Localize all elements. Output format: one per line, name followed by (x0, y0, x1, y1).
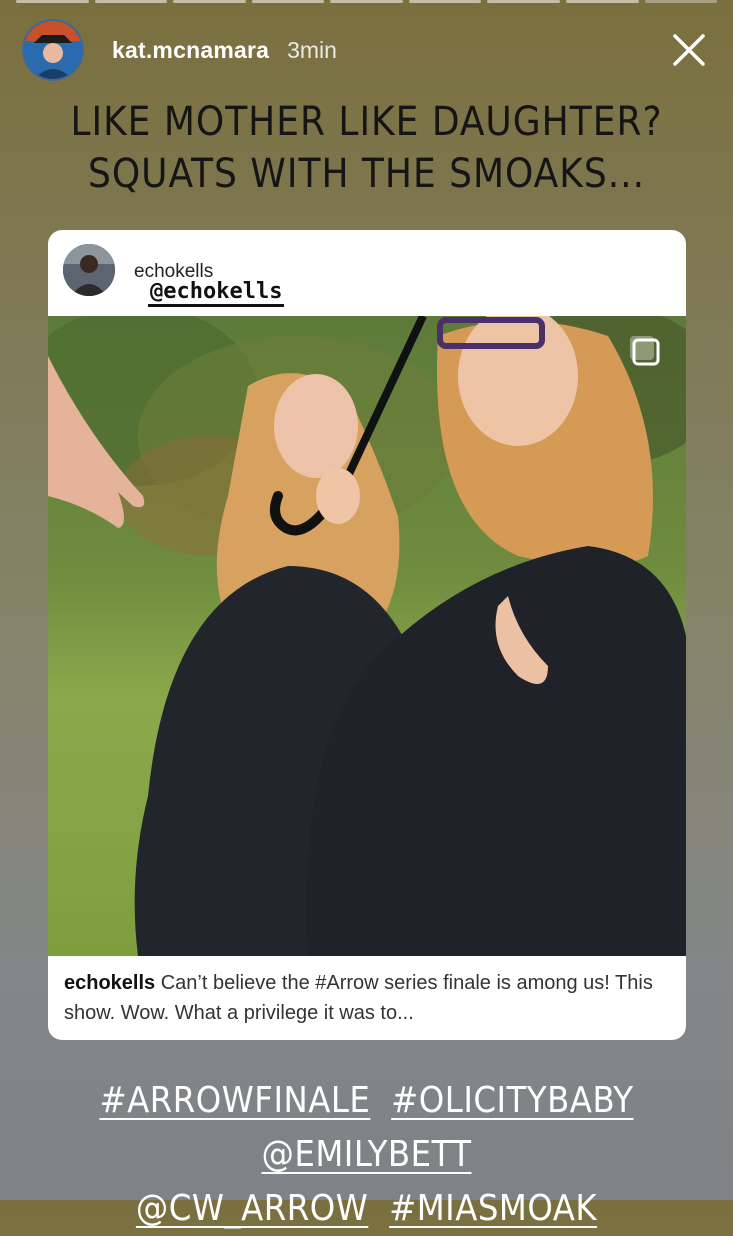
hashtag[interactable]: #ARROWFINALE (100, 1080, 371, 1121)
hashtag[interactable]: #OLICITYBABY (391, 1080, 633, 1121)
progress-segment (644, 0, 718, 3)
shared-post-caption: echokells Can’t believe the #Arrow serie… (64, 968, 672, 1028)
close-icon[interactable] (667, 28, 711, 72)
caption-line: SQUATS WITH THE SMOAKS... (88, 151, 645, 197)
shared-post-header: echokells @echokells (48, 230, 686, 316)
progress-segment (408, 0, 482, 3)
shared-post-card[interactable]: echokells @echokells echokells Can’t bel… (48, 230, 686, 1040)
shared-post-photo[interactable] (48, 316, 686, 956)
story-header: kat.mcnamara 3min (22, 19, 711, 81)
mention[interactable]: @EMILYBETT (262, 1134, 472, 1175)
story-timestamp: 3min (287, 36, 337, 63)
hashtag-line: @CW_ARROW #MIASMOAK (0, 1182, 733, 1236)
avatar[interactable] (22, 19, 84, 81)
story-hashtags: #ARROWFINALE #OLICITYBABY @EMILYBETT @CW… (0, 1074, 733, 1236)
story-text-caption: LIKE MOTHER LIKE DAUGHTER? SQUATS WITH T… (0, 96, 733, 200)
hashtag-line: #ARROWFINALE #OLICITYBABY @EMILYBETT (0, 1074, 733, 1182)
story-progress-bar (16, 0, 718, 4)
progress-segment (16, 0, 89, 3)
hashtag[interactable]: #MIASMOAK (389, 1188, 597, 1229)
shared-post-avatar[interactable] (63, 244, 115, 296)
progress-segment (173, 0, 246, 3)
progress-segment (565, 0, 639, 3)
progress-segment (330, 0, 403, 3)
caption-username[interactable]: echokells (64, 972, 155, 994)
mention[interactable]: @CW_ARROW (136, 1188, 368, 1229)
progress-segment (487, 0, 560, 3)
mention-sticker[interactable]: @echokells (148, 280, 285, 307)
progress-segment (251, 0, 325, 3)
caption-line: LIKE MOTHER LIKE DAUGHTER? (70, 99, 663, 145)
story-username[interactable]: kat.mcnamara (112, 37, 269, 64)
progress-segment (94, 0, 168, 3)
